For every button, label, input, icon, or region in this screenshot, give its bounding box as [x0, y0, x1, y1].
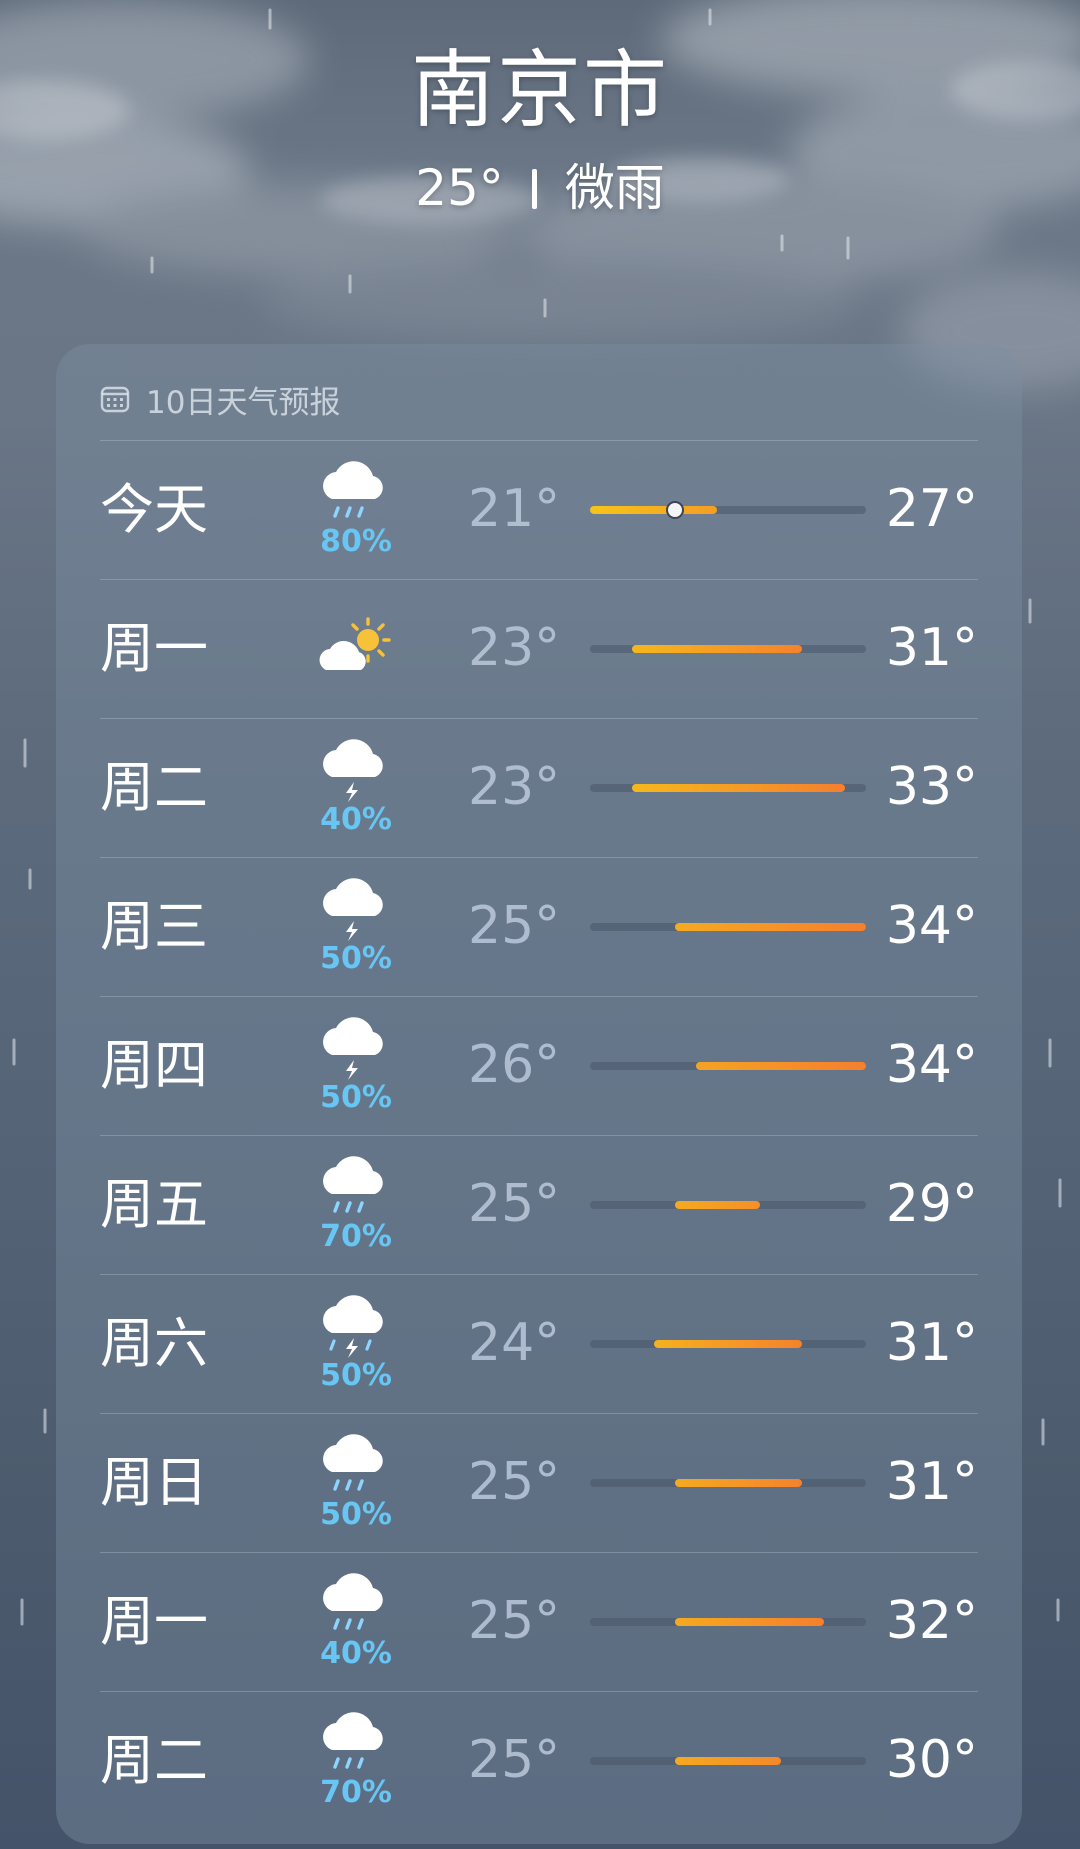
day-label: 周一: [100, 1590, 208, 1653]
day-label: 周二: [100, 756, 208, 819]
day-label: 今天: [100, 478, 208, 541]
temperature-range-track: [590, 1340, 866, 1348]
day-label: 周三: [100, 895, 208, 958]
forecast-row[interactable]: 周四 50% 26° 34°: [100, 996, 978, 1135]
rain-cloud-icon: [323, 1712, 383, 1769]
forecast-row[interactable]: 周五 70% 25° 29°: [100, 1135, 978, 1274]
temperature-range-track: [590, 1618, 866, 1626]
temperature-range-bar: [632, 784, 845, 792]
precip-chance: 50%: [320, 1497, 392, 1532]
high-temperature: 34°: [885, 1035, 978, 1095]
precip-chance: 80%: [320, 524, 392, 559]
forecast-row[interactable]: 周三 50% 25° 34°: [100, 857, 978, 996]
low-temperature: 24°: [468, 1313, 561, 1373]
low-temperature: 25°: [468, 1730, 561, 1790]
high-temperature: 34°: [885, 896, 978, 956]
day-label: 周二: [100, 1729, 208, 1792]
forecast-card-title: 10日天气预报: [146, 384, 341, 421]
low-temperature: 26°: [468, 1035, 561, 1095]
location-header: 南京市 25° 微雨: [0, 40, 1080, 218]
temperature-range-track: [590, 1757, 866, 1765]
rain-cloud-icon: [323, 461, 383, 518]
thunder-cloud-icon: [323, 878, 383, 941]
day-label: 周五: [100, 1173, 208, 1236]
rain-cloud-icon: [323, 1434, 383, 1491]
precip-chance: 70%: [320, 1775, 392, 1810]
temperature-range-bar: [696, 1062, 866, 1070]
temperature-range-bar: [653, 1340, 803, 1348]
forecast-row[interactable]: 周二 40% 23° 33°: [100, 718, 978, 857]
precip-chance: 40%: [320, 802, 392, 837]
high-temperature: 32°: [885, 1591, 978, 1651]
day-label: 周日: [100, 1451, 208, 1514]
rain-cloud-icon: [323, 1156, 383, 1213]
high-temperature: 31°: [885, 1313, 978, 1373]
forecast-row[interactable]: 周二 70% 25° 30°: [100, 1691, 978, 1830]
low-temperature: 25°: [468, 1452, 561, 1512]
forecast-row[interactable]: 周六 50% 24° 31°: [100, 1274, 978, 1413]
high-temperature: 29°: [885, 1174, 978, 1234]
temperature-range-bar: [590, 506, 718, 514]
precip-chance: 50%: [320, 941, 392, 976]
partly-sunny-icon: [319, 617, 391, 670]
high-temperature: 31°: [885, 618, 978, 678]
low-temperature: 25°: [468, 1591, 561, 1651]
thunderstorm-rain-icon: [323, 1295, 383, 1358]
low-temperature: 23°: [468, 757, 561, 817]
temperature-range-track: [590, 1479, 866, 1487]
high-temperature: 33°: [885, 757, 978, 817]
temperature-range-bar: [632, 645, 803, 653]
forecast-row[interactable]: 周日 50% 25° 31°: [100, 1413, 978, 1552]
precip-chance: 50%: [320, 1358, 392, 1393]
forecast-card-header: 10日天气预报: [100, 374, 340, 424]
precip-chance: 70%: [320, 1219, 392, 1254]
temperature-range-bar: [674, 923, 866, 931]
current-temperature: 25°: [415, 159, 504, 217]
precip-chance: 40%: [320, 1636, 392, 1671]
temperature-range-bar: [674, 1201, 760, 1209]
current-condition: 微雨: [564, 159, 665, 217]
precip-chance: 50%: [320, 1080, 392, 1115]
forecast-row[interactable]: 周一 40% 25° 32°: [100, 1552, 978, 1691]
low-temperature: 25°: [468, 1174, 561, 1234]
summary-separator: [531, 169, 537, 209]
temperature-range-track: [590, 923, 866, 931]
calendar-icon: [100, 386, 130, 413]
temperature-range-bar: [674, 1757, 782, 1765]
forecast-row[interactable]: 周一 23° 31°: [100, 579, 978, 718]
current-temperature-indicator: [665, 501, 684, 519]
low-temperature: 21°: [468, 479, 561, 539]
current-summary: 25° 微雨: [0, 158, 1080, 218]
day-label: 周四: [100, 1034, 208, 1097]
rain-cloud-icon: [323, 1573, 383, 1630]
forecast-row[interactable]: 今天 80% 21° 27°: [100, 440, 978, 579]
temperature-range-track: [590, 501, 866, 519]
temperature-range-bar: [674, 1479, 803, 1487]
day-label: 周六: [100, 1312, 208, 1375]
thunder-cloud-icon: [323, 739, 383, 802]
high-temperature: 30°: [885, 1730, 978, 1790]
low-temperature: 25°: [468, 896, 561, 956]
ten-day-forecast-card[interactable]: 10日天气预报 今天 80% 21° 27° 周一 23° 31° 周二 40% 23° 33° 周三…: [56, 344, 1022, 1844]
low-temperature: 23°: [468, 618, 561, 678]
temperature-range-track: [590, 1201, 866, 1209]
temperature-range-track: [590, 645, 866, 653]
day-label: 周一: [100, 617, 208, 680]
high-temperature: 31°: [885, 1452, 978, 1512]
thunder-cloud-icon: [323, 1017, 383, 1080]
temperature-range-track: [590, 784, 866, 792]
temperature-range-bar: [674, 1618, 824, 1626]
high-temperature: 27°: [885, 479, 978, 539]
city-name: 南京市: [410, 41, 669, 139]
temperature-range-track: [590, 1062, 866, 1070]
